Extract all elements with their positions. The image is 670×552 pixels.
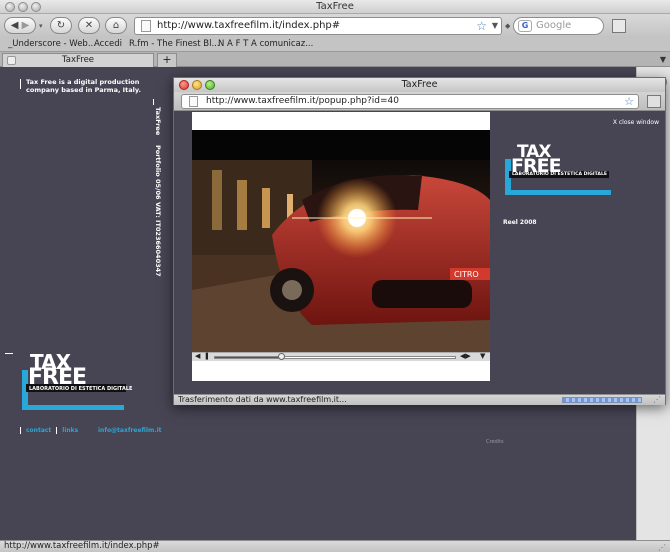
address-dropdown-icon[interactable]: ▼ bbox=[492, 18, 498, 34]
plus-icon: + bbox=[162, 53, 172, 66]
stop-icon: ✕ bbox=[84, 20, 94, 31]
tab-taxfree[interactable]: TaxFree bbox=[2, 53, 154, 67]
resize-grip-icon[interactable]: ⋰ bbox=[658, 542, 666, 552]
bookmarks-bar: _Underscore - Web... Accedi R.fm - The F… bbox=[0, 38, 670, 52]
tab-bar: TaxFree + ▼ bbox=[0, 52, 670, 67]
car-scene: CITRO bbox=[192, 130, 490, 352]
reload-icon: ↻ bbox=[56, 20, 66, 31]
footer-separator bbox=[20, 427, 21, 434]
zoom-window-button[interactable] bbox=[31, 2, 41, 12]
stop-button[interactable]: ✕ bbox=[78, 17, 100, 34]
popup-status-bar: Trasferimento dati da www.taxfreefilm.it… bbox=[174, 394, 665, 405]
email-link[interactable]: info@taxfreefilm.it bbox=[98, 427, 162, 434]
tab-close-icon[interactable] bbox=[7, 56, 16, 65]
address-text: http://www.taxfreefilm.it/index.php# bbox=[157, 20, 341, 31]
bookmark-item[interactable]: _Underscore - Web... bbox=[8, 38, 96, 51]
back-forward-group[interactable]: ◀ ▶ bbox=[4, 17, 36, 34]
reel-label: Reel 2008 bbox=[503, 219, 537, 226]
dash-divider bbox=[5, 353, 13, 354]
tab-label: TaxFree bbox=[61, 55, 95, 65]
vertical-vat: VAT: IT02366040347 bbox=[154, 202, 162, 277]
seek-track[interactable] bbox=[214, 356, 456, 359]
bookmark-star-icon[interactable]: ☆ bbox=[476, 18, 487, 34]
taxfree-logo: TAX FREE LABORATORIO DI ESTETICA DIGITAL… bbox=[20, 350, 133, 412]
toolbar-separator-icon: ◆ bbox=[505, 22, 511, 30]
close-window-link[interactable]: X close window bbox=[613, 119, 659, 126]
seek-fill bbox=[215, 357, 283, 358]
logo-subtitle: LABORATORIO DI ESTETICA DIGITALE bbox=[512, 172, 608, 177]
popup-title: TaxFree bbox=[401, 79, 438, 90]
close-window-button[interactable] bbox=[5, 2, 15, 12]
popup-close-button[interactable] bbox=[179, 80, 189, 90]
popup-toolbar: http://www.taxfreefilm.it/popup.php?id=4… bbox=[174, 92, 665, 111]
volume-icon[interactable]: ◀ bbox=[195, 352, 200, 360]
window-titlebar: TaxFree bbox=[0, 0, 670, 14]
footer-links: contact links bbox=[20, 427, 78, 434]
bookmark-star-icon[interactable]: ☆ bbox=[624, 94, 634, 109]
tab-list-icon[interactable]: ▼ bbox=[660, 55, 666, 64]
video-frame[interactable]: CITRO bbox=[192, 130, 490, 352]
home-icon: ⌂ bbox=[112, 20, 120, 31]
status-text: http://www.taxfreefilm.it/index.php# bbox=[4, 541, 160, 551]
history-dropdown-icon[interactable]: ▾ bbox=[39, 22, 43, 30]
contact-link[interactable]: contact bbox=[26, 427, 51, 434]
page-icon bbox=[189, 96, 198, 107]
page-menu-icon[interactable] bbox=[612, 19, 626, 33]
popup-address-text: http://www.taxfreefilm.it/popup.php?id=4… bbox=[206, 96, 399, 106]
page-icon bbox=[141, 20, 151, 32]
resize-grip-icon[interactable]: ⋰ bbox=[653, 395, 661, 405]
popup-status-text: Trasferimento dati da www.taxfreefilm.it… bbox=[178, 395, 347, 404]
video-player: CITRO ◀ ❚ ◀▶ ▼ bbox=[192, 112, 490, 381]
popup-titlebar: TaxFree bbox=[174, 78, 665, 92]
menu-dropdown-icon[interactable]: ▼ bbox=[480, 352, 485, 360]
credits-link[interactable]: Credits bbox=[486, 439, 504, 445]
pause-icon[interactable]: ❚ bbox=[204, 352, 210, 360]
plate-text: CITRO bbox=[454, 270, 479, 279]
vertical-divider bbox=[153, 99, 154, 105]
popup-minimize-button[interactable] bbox=[192, 80, 202, 90]
bookmark-item[interactable]: R.fm - The Finest Bl... bbox=[129, 38, 220, 51]
tagline-bar bbox=[20, 79, 21, 89]
vertical-nav-portfolio[interactable]: Portfolio 05/06 bbox=[154, 145, 162, 200]
vertical-nav-taxfree[interactable]: TaxFree bbox=[154, 107, 162, 135]
window-title: TaxFree bbox=[316, 1, 354, 12]
links-link[interactable]: links bbox=[62, 427, 78, 434]
google-icon[interactable]: G bbox=[518, 20, 532, 32]
new-tab-button[interactable]: + bbox=[157, 53, 177, 67]
popup-address-bar[interactable]: http://www.taxfreefilm.it/popup.php?id=4… bbox=[181, 94, 639, 109]
popup-zoom-button[interactable] bbox=[205, 80, 215, 90]
search-placeholder: Google bbox=[536, 20, 572, 31]
footer-separator bbox=[56, 427, 58, 434]
browser-toolbar: ◀ ▶ ▾ ↻ ✕ ⌂ http://www.taxfreefilm.it/in… bbox=[0, 14, 670, 38]
forward-icon[interactable]: ▶ bbox=[22, 20, 30, 31]
popup-taxfree-logo: TAX FREE LABORATORIO DI ESTETICA DIGITAL… bbox=[503, 142, 613, 197]
loading-progress-bar bbox=[562, 397, 642, 403]
video-controls: ◀ ❚ ◀▶ ▼ bbox=[192, 352, 490, 361]
search-input[interactable]: G Google bbox=[513, 17, 604, 35]
bookmark-item[interactable]: N A F T A comunicaz... bbox=[218, 38, 313, 51]
back-icon[interactable]: ◀ bbox=[11, 20, 19, 31]
reload-button[interactable]: ↻ bbox=[50, 17, 72, 34]
popup-window: TaxFree http://www.taxfreefilm.it/popup.… bbox=[173, 77, 666, 405]
popup-feed-icon[interactable] bbox=[647, 95, 661, 108]
tagline: Tax Free is a digital production company… bbox=[26, 78, 141, 94]
skip-icon[interactable]: ◀▶ bbox=[460, 352, 471, 360]
bookmark-item[interactable]: Accedi bbox=[94, 38, 122, 51]
popup-content: CITRO ◀ ❚ ◀▶ ▼ X close window TAX FREE L… bbox=[174, 112, 665, 394]
address-bar[interactable]: http://www.taxfreefilm.it/index.php# ☆ ▼ bbox=[134, 17, 502, 35]
status-bar: http://www.taxfreefilm.it/index.php# ⋰ bbox=[0, 540, 670, 552]
home-button[interactable]: ⌂ bbox=[105, 17, 127, 34]
minimize-window-button[interactable] bbox=[18, 2, 28, 12]
logo-subtitle: LABORATORIO DI ESTETICA DIGITALE bbox=[29, 386, 133, 392]
